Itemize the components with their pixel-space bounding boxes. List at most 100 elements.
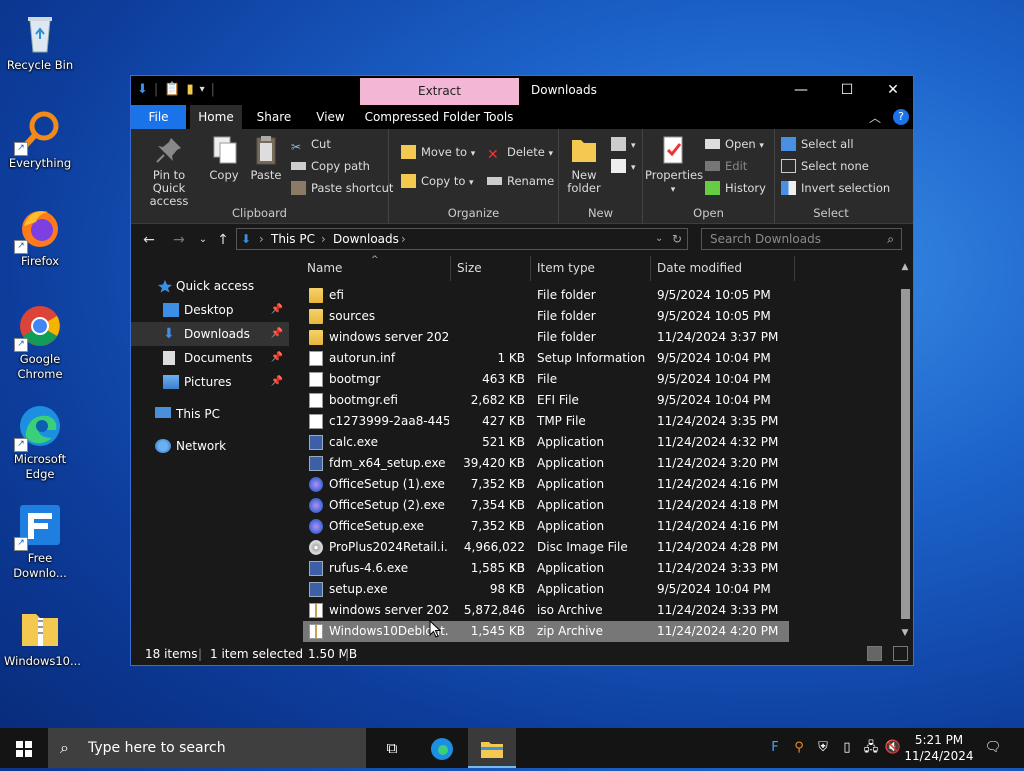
file-row[interactable]: bootmgr 463 KB File 9/5/2024 10:04 PM [303, 369, 789, 390]
new-item-button[interactable]: ▾ [611, 134, 636, 154]
file-row[interactable]: fdm_x64_setup.exe 39,420 KB Application 11/… [303, 453, 789, 474]
large-icons-view-button[interactable] [893, 646, 908, 661]
details-view-button[interactable] [867, 646, 882, 661]
tray-fdm-icon[interactable]: F [765, 728, 785, 768]
file-row[interactable]: c1273999-2aa8-445... 427 KB TMP File 11/24/… [303, 411, 789, 432]
scroll-down-icon[interactable]: ▼ [897, 628, 913, 638]
cut-button[interactable]: ✂ Cut [291, 134, 331, 154]
file-row[interactable]: autorun.inf 1 KB Setup Information 9/5/2024… [303, 348, 789, 369]
taskbar-clock[interactable]: 5:21 PM 11/24/2024 [904, 732, 974, 764]
notifications-button[interactable]: 🗨 [978, 728, 1008, 768]
desktop-icon-google-chrome[interactable]: ↗ Google Chrome [4, 302, 76, 382]
file-row[interactable]: efi File folder 9/5/2024 10:05 PM [303, 285, 789, 306]
file-row[interactable]: OfficeSetup (2).exe 7,354 KB Application 11… [303, 495, 789, 516]
forward-button[interactable]: → [169, 230, 189, 250]
new-folder-button[interactable]: New folder [563, 134, 605, 195]
taskbar-edge-button[interactable] [418, 728, 466, 768]
tray-network-icon[interactable]: 🖧 [861, 728, 881, 768]
nav-item-this-pc[interactable]: This PC [131, 402, 289, 426]
history-button[interactable]: History [705, 178, 766, 198]
file-row[interactable]: windows server 202... File folder 11/24/20… [303, 327, 789, 348]
taskbar-file-explorer-button[interactable] [468, 728, 516, 768]
scroll-up-icon[interactable]: ▲ [897, 262, 913, 272]
file-row[interactable]: setup.exe 98 KB Application 9/5/2024 10:04 … [303, 579, 789, 600]
desktop-icon-windows10-zip[interactable]: Windows10... [4, 604, 81, 669]
close-button[interactable]: ✕ [870, 76, 916, 105]
desktop-icon-firefox[interactable]: ↗ Firefox [4, 204, 76, 269]
recent-locations-button[interactable]: ⌄ [193, 230, 213, 250]
properties-button[interactable]: Properties ▾ [645, 134, 703, 197]
file-row[interactable]: windows server 202...5,872,846 KBiso Arc… [303, 600, 789, 638]
copy-path-button[interactable]: Copy path [291, 156, 370, 176]
refresh-icon[interactable]: ↻ [672, 229, 682, 249]
tab-view[interactable]: View [303, 105, 358, 129]
address-bar[interactable]: ⬇ › This PC › Downloads › ⌄ ↻ [236, 228, 688, 250]
tab-share[interactable]: Share [245, 105, 303, 129]
tab-compressed-folder-tools[interactable]: Compressed Folder Tools [361, 105, 517, 129]
nav-item-network[interactable]: Network [131, 434, 289, 458]
delete-button[interactable]: ✕ Delete ▾ [487, 142, 553, 163]
file-row[interactable]: ProPlus2024Retail.i... 4,966,022 KB Disc I… [303, 537, 789, 575]
select-all-button[interactable]: Select all [781, 134, 854, 154]
properties-qat-icon[interactable]: 📋 [164, 82, 180, 97]
file-row[interactable]: rufus-4.6.exe 1,585 KB Application 11/24/20… [303, 558, 789, 579]
nav-item-downloads[interactable]: ⬇ Downloads 📌 [131, 322, 289, 346]
desktop-icon-free-download-manager[interactable]: ↗ Free Downlo... [4, 501, 76, 581]
pin-icon[interactable]: 📌 [271, 370, 283, 394]
maximize-button[interactable]: ☐ [824, 76, 870, 105]
pin-to-quick-access-button[interactable]: Pin to Quick access [136, 134, 202, 208]
tray-volume-muted-icon[interactable]: 🔇 [883, 728, 903, 768]
tray-everything-icon[interactable]: ⚲ [789, 728, 809, 768]
rename-button[interactable]: Rename [487, 171, 554, 191]
copy-to-button[interactable]: Copy to ▾ [401, 171, 474, 191]
paste-shortcut-button[interactable]: Paste shortcut [291, 178, 393, 198]
desktop-icon-microsoft-edge[interactable]: ↗ Microsoft Edge [4, 402, 76, 482]
file-row[interactable]: calc.exe 521 KB Application 11/24/2024 4:32… [303, 432, 789, 453]
edit-button[interactable]: Edit [705, 156, 747, 176]
new-folder-qat-icon[interactable]: ▮ [186, 82, 193, 97]
taskbar-search-box[interactable]: ⌕ Type here to search [48, 728, 366, 768]
nav-item-desktop[interactable]: Desktop 📌 [131, 298, 289, 322]
move-to-button[interactable]: Move to ▾ [401, 142, 475, 162]
desktop-icon-everything[interactable]: ↗ Everything [4, 106, 76, 171]
file-row[interactable]: sources File folder 9/5/2024 10:05 PM [303, 306, 789, 327]
pin-icon[interactable]: 📌 [271, 298, 283, 322]
tab-home[interactable]: Home [190, 105, 242, 129]
task-view-button[interactable]: ⧉ [368, 728, 416, 768]
pin-icon[interactable]: 📌 [271, 346, 283, 370]
column-header-type[interactable]: Item type [531, 256, 651, 281]
column-header-name[interactable]: Name ^ [301, 255, 451, 281]
easy-access-button[interactable]: ▾ [611, 156, 636, 176]
invert-selection-button[interactable]: Invert selection [781, 178, 890, 198]
nav-item-pictures[interactable]: Pictures 📌 [131, 370, 289, 394]
address-dropdown-icon[interactable]: ⌄ [655, 229, 663, 249]
breadcrumb-downloads[interactable]: Downloads [333, 229, 399, 249]
collapse-ribbon-icon[interactable]: ︿ [869, 109, 881, 126]
copy-button[interactable]: Copy [205, 134, 243, 182]
file-row[interactable]: OfficeSetup.exe 7,352 KB Application 11/24/… [303, 516, 789, 537]
tray-usb-icon[interactable]: ▯ [837, 728, 857, 768]
paste-button[interactable]: Paste [247, 134, 285, 182]
vertical-scrollbar[interactable]: ▲ ▼ [897, 256, 913, 641]
up-button[interactable]: ↑ [213, 230, 233, 250]
column-header-size[interactable]: Size [451, 256, 531, 281]
file-row[interactable]: Windows10Debloat... 1,545 KB zip Archive 11… [303, 621, 789, 642]
pin-icon[interactable]: 📌 [271, 322, 283, 346]
help-icon[interactable]: ? [893, 109, 909, 125]
search-box[interactable]: Search Downloads ⌕ [701, 228, 902, 250]
minimize-button[interactable]: — [778, 76, 824, 105]
title-bar[interactable]: ⬇ | 📋 ▮ ▾ | Extract Downloads — ☐ ✕ [131, 76, 913, 105]
customize-qat-icon[interactable]: ▾ [200, 84, 205, 95]
breadcrumb-this-pc[interactable]: This PC [271, 229, 315, 249]
back-button[interactable]: ← [139, 230, 159, 250]
open-button[interactable]: Open ▾ [705, 134, 764, 154]
tray-security-icon[interactable]: ⛨ [813, 728, 833, 768]
nav-item-documents[interactable]: Documents 📌 [131, 346, 289, 370]
select-none-button[interactable]: Select none [781, 156, 869, 176]
column-header-date[interactable]: Date modified [651, 256, 795, 281]
tab-file[interactable]: File [131, 105, 186, 129]
start-button[interactable] [0, 728, 48, 768]
scrollbar-thumb[interactable] [901, 289, 910, 619]
file-row[interactable]: OfficeSetup (1).exe 7,352 KB Application 11… [303, 474, 789, 495]
desktop-icon-recycle-bin[interactable]: Recycle Bin [4, 8, 76, 73]
